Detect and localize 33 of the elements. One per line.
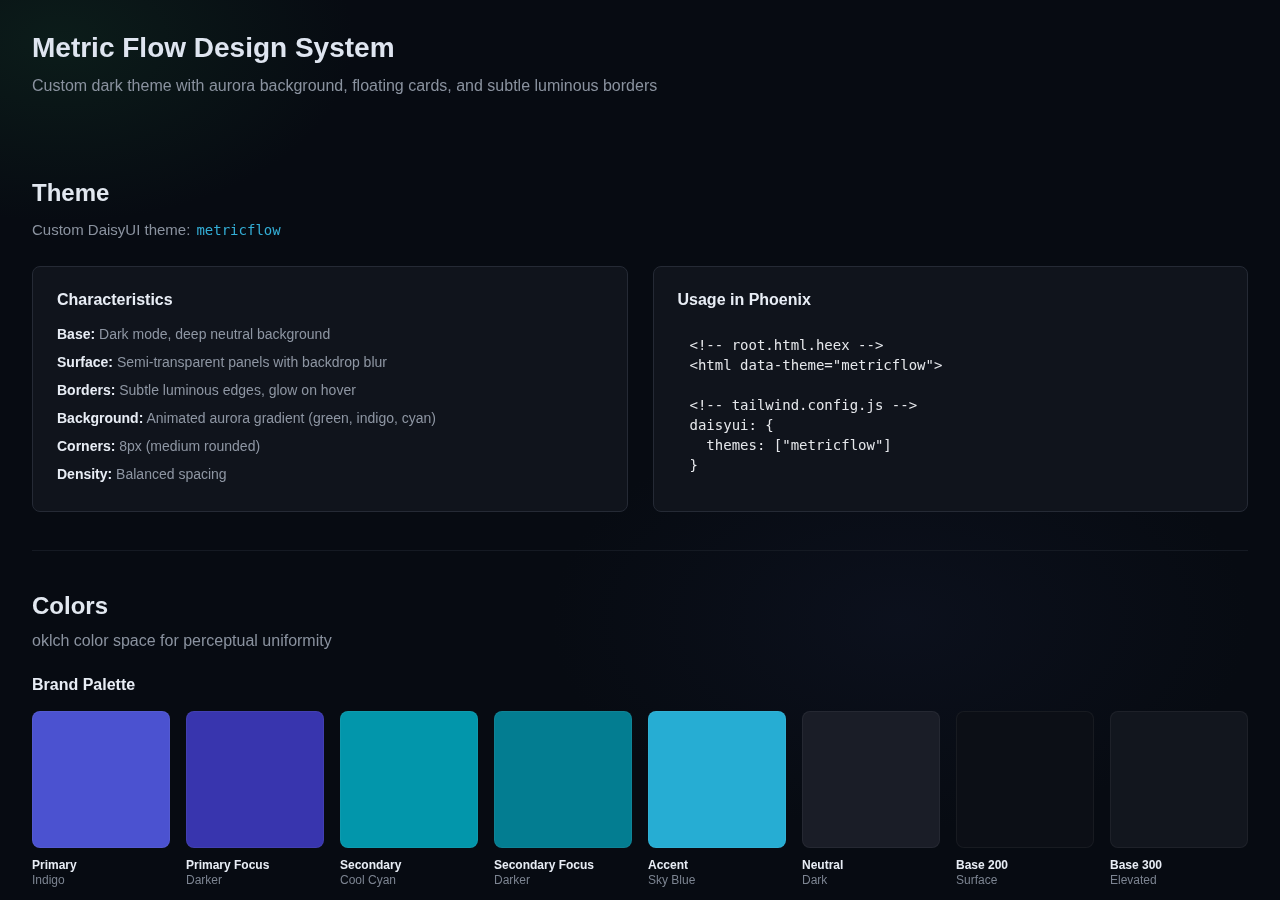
swatch-name: Accent — [648, 857, 689, 873]
characteristic-item: Base: Dark mode, deep neutral background — [57, 325, 332, 344]
characteristic-item: Borders: Subtle luminous edges, glow on hover — [57, 381, 357, 400]
swatch-name: Base 200 — [956, 857, 1010, 873]
card-title: Characteristics — [57, 290, 174, 310]
swatch-name: Secondary — [340, 857, 403, 873]
palette-title: Brand Palette — [32, 675, 137, 695]
section-description: oklch color space for perceptual uniformity — [32, 631, 333, 651]
swatch-note: Sky Blue — [648, 873, 697, 888]
swatch-name: Secondary Focus — [494, 857, 596, 873]
section-description: Custom DaisyUI theme: — [32, 220, 191, 240]
swatch-note: Darker — [494, 873, 531, 888]
section-title: Colors — [32, 591, 109, 621]
swatch-name: Primary — [32, 857, 78, 873]
characteristic-item: Surface: Semi-transparent panels with backdrop blur — [57, 353, 388, 372]
swatch-note: Dark — [802, 873, 829, 888]
page-subtitle: Custom dark theme with aurora background, floating cards, and subtle luminous borders — [32, 76, 659, 96]
swatch-note: Darker — [186, 873, 223, 888]
swatch-name: Neutral — [802, 857, 845, 873]
code-snippet: <!-- root.html.heex --> <html data-theme="metricflow"> <!-- tailwind.config.js --> daisyui: { themes: ["metricflow"] } — [689, 336, 944, 475]
swatch-note: Cool Cyan — [340, 873, 398, 888]
section-title: Theme — [32, 178, 111, 208]
characteristic-item: Background: Animated aurora gradient (green, indigo, cyan) — [57, 409, 437, 428]
swatch-note: Indigo — [32, 873, 66, 888]
characteristic-item: Density: Balanced spacing — [57, 465, 228, 484]
swatch-note: Surface — [956, 873, 999, 888]
swatch-name: Primary Focus — [186, 857, 271, 873]
swatch-note: Elevated — [1110, 873, 1158, 888]
characteristic-item: Corners: 8px (medium rounded) — [57, 437, 262, 456]
page-title: Metric Flow Design System — [32, 31, 396, 65]
swatch-name: Base 300 — [1110, 857, 1164, 873]
card-title: Usage in Phoenix — [677, 290, 812, 310]
theme-name-code: metricflow — [196, 221, 281, 240]
